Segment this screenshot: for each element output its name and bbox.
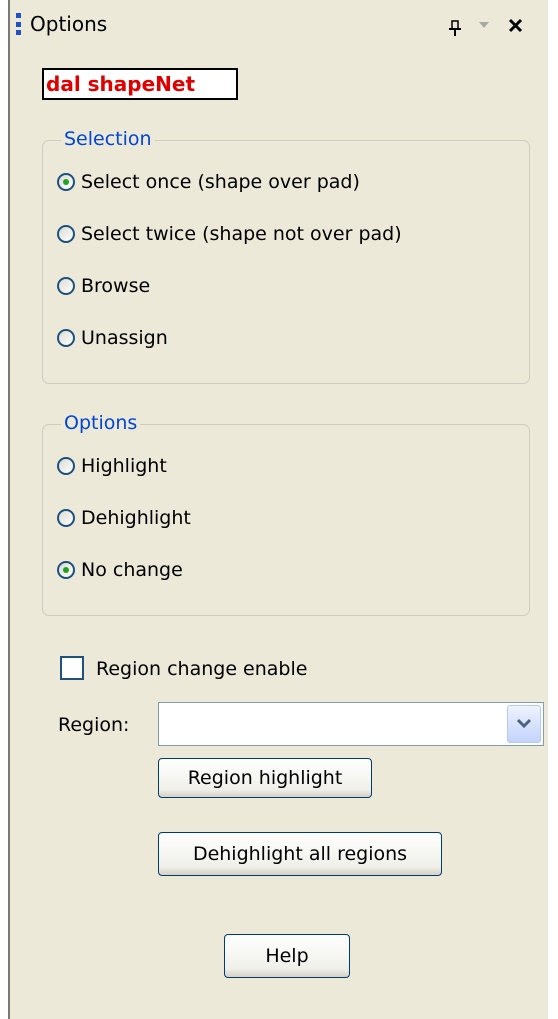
region-label: Region:	[58, 714, 130, 736]
selection-group: Selection Select once (shape over pad) S…	[42, 128, 530, 384]
help-button[interactable]: Help	[224, 934, 350, 978]
region-select[interactable]	[158, 702, 544, 746]
radio-select-twice[interactable]: Select twice (shape not over pad)	[57, 223, 402, 245]
radio-no-change[interactable]: No change	[57, 559, 183, 581]
panel-titlebar[interactable]: Options	[10, 0, 548, 48]
panel-title: Options	[30, 12, 108, 36]
options-panel: Options dal shapeNet Selection Select on…	[8, 0, 548, 1019]
region-change-checkbox[interactable]	[60, 656, 84, 680]
radio-highlight[interactable]: Highlight	[57, 455, 167, 477]
radio-button[interactable]	[57, 329, 75, 347]
radio-unassign[interactable]: Unassign	[57, 327, 168, 349]
options-group: Options Highlight Dehighlight No change	[42, 412, 530, 616]
dehighlight-all-button[interactable]: Dehighlight all regions	[158, 832, 442, 876]
radio-button[interactable]	[57, 277, 75, 295]
radio-button[interactable]	[57, 457, 75, 475]
pin-icon[interactable]	[446, 16, 464, 38]
radio-label: Select once (shape over pad)	[81, 171, 360, 193]
region-dropdown-button[interactable]	[507, 705, 541, 743]
chevron-down-icon	[516, 718, 532, 729]
radio-button[interactable]	[57, 561, 75, 579]
region-change-label[interactable]: Region change enable	[96, 658, 307, 680]
selection-legend: Selection	[61, 128, 155, 150]
radio-label: Browse	[81, 275, 151, 297]
net-banner: dal shapeNet	[42, 68, 238, 100]
radio-browse[interactable]: Browse	[57, 275, 150, 297]
options-legend: Options	[61, 412, 141, 434]
radio-label: No change	[81, 559, 183, 581]
radio-label: Select twice (shape not over pad)	[81, 223, 402, 245]
close-icon[interactable]	[506, 12, 526, 36]
chevron-down-icon[interactable]	[476, 16, 492, 34]
grip-icon[interactable]	[16, 13, 22, 35]
radio-select-once[interactable]: Select once (shape over pad)	[57, 171, 360, 193]
radio-label: Highlight	[81, 455, 167, 477]
radio-button[interactable]	[57, 225, 75, 243]
radio-button[interactable]	[57, 509, 75, 527]
radio-dehighlight[interactable]: Dehighlight	[57, 507, 191, 529]
radio-label: Unassign	[81, 327, 168, 349]
radio-label: Dehighlight	[81, 507, 191, 529]
region-highlight-button[interactable]: Region highlight	[158, 758, 372, 798]
radio-button[interactable]	[57, 173, 75, 191]
